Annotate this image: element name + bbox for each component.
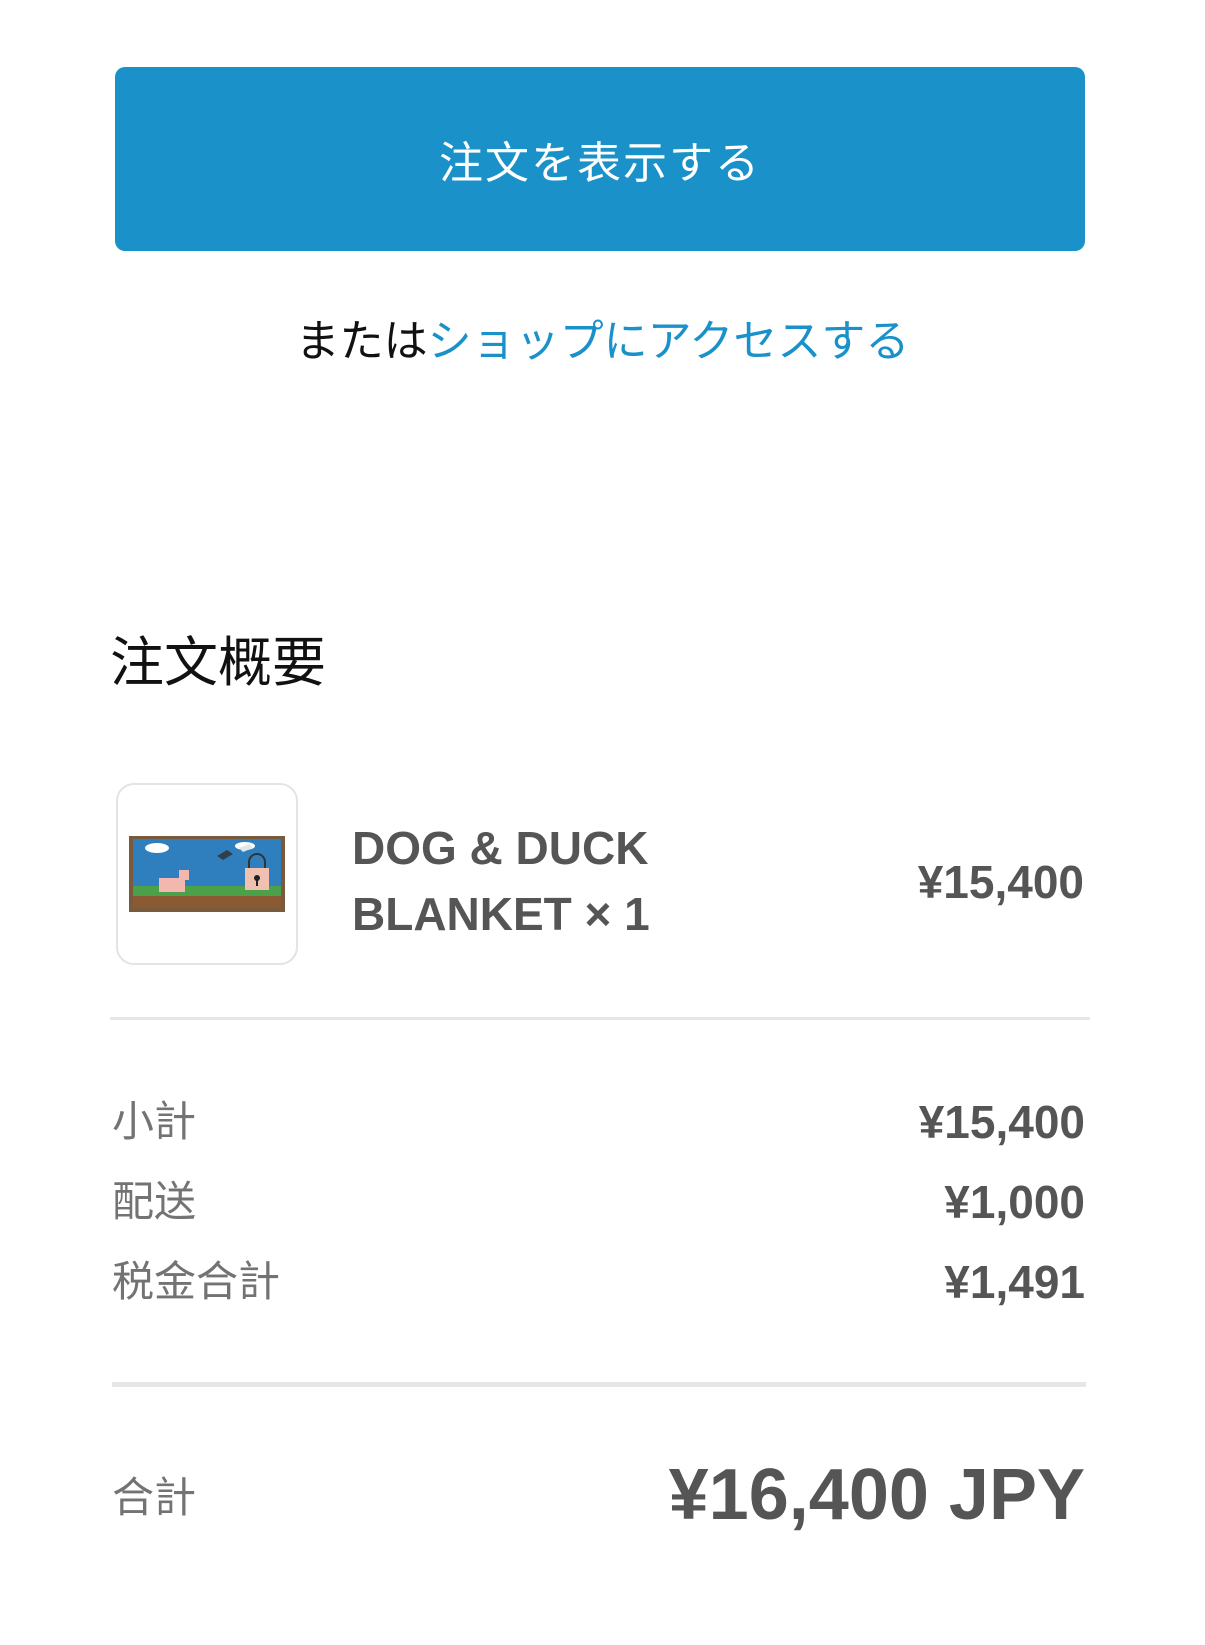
shipping-label: 配送 bbox=[112, 1177, 197, 1226]
blanket-thumbnail-icon bbox=[129, 836, 285, 912]
total-label: 合計 bbox=[112, 1473, 197, 1522]
shipping-value: ¥1,000 bbox=[944, 1176, 1085, 1228]
shipping-row: 配送 ¥1,000 bbox=[112, 1172, 1085, 1232]
divider bbox=[110, 1017, 1090, 1020]
subtotal-row: 小計 ¥15,400 bbox=[112, 1092, 1085, 1152]
shop-access-line: またはショップにアクセスする bbox=[0, 312, 1205, 372]
view-order-button[interactable]: 注文を表示する bbox=[115, 67, 1085, 251]
or-text: または bbox=[295, 316, 428, 367]
order-summary-title: 注文概要 bbox=[110, 631, 326, 694]
product-name-line1: DOG & DUCK bbox=[352, 822, 649, 874]
shop-link[interactable]: ショップにアクセスする bbox=[428, 316, 910, 367]
product-thumbnail bbox=[116, 783, 298, 965]
subtotal-value: ¥15,400 bbox=[918, 1096, 1085, 1148]
total-divider bbox=[112, 1382, 1086, 1387]
product-name: DOG & DUCK BLANKET × 1 bbox=[352, 815, 772, 947]
subtotal-label: 小計 bbox=[112, 1097, 197, 1146]
tax-label: 税金合計 bbox=[112, 1257, 281, 1306]
product-price: ¥15,400 bbox=[917, 856, 1084, 908]
total-value: ¥16,400 JPY bbox=[668, 1455, 1085, 1535]
tax-row: 税金合計 ¥1,491 bbox=[112, 1252, 1085, 1312]
product-name-line2: BLANKET × 1 bbox=[352, 888, 650, 940]
tax-value: ¥1,491 bbox=[944, 1256, 1085, 1308]
